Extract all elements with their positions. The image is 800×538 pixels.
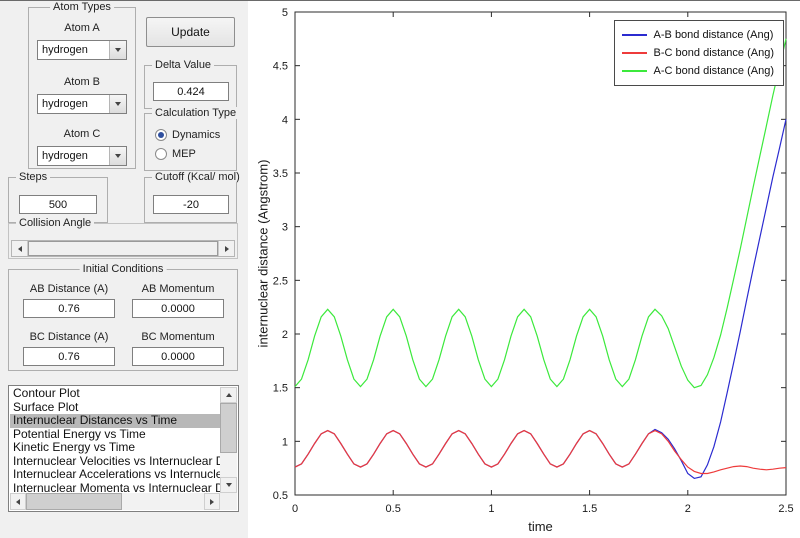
list-item-surface-plot[interactable]: Surface Plot bbox=[10, 401, 220, 415]
listbox-vertical-scrollbar[interactable] bbox=[220, 387, 237, 493]
radio-dynamics-label: Dynamics bbox=[172, 129, 221, 141]
svg-text:2: 2 bbox=[282, 329, 288, 341]
update-button[interactable]: Update bbox=[146, 17, 235, 47]
legend-entry-bc: B-C bond distance (Ang) bbox=[621, 44, 774, 62]
svg-text:0.5: 0.5 bbox=[273, 490, 288, 502]
slider-thumb[interactable] bbox=[28, 241, 218, 256]
collision-angle-title: Collision Angle bbox=[16, 217, 95, 229]
legend-entry-ac: A-C bond distance (Ang) bbox=[621, 62, 774, 80]
legend-ac-label: A-C bond distance (Ang) bbox=[653, 65, 774, 77]
ab-distance-input[interactable] bbox=[23, 299, 115, 318]
horizontal-scroll-thumb[interactable] bbox=[26, 493, 122, 510]
delta-value-input[interactable] bbox=[153, 82, 229, 101]
scrollbar-corner bbox=[220, 493, 237, 510]
bc-distance-label: BC Distance (A) bbox=[29, 331, 109, 343]
scroll-right-arrow-icon[interactable] bbox=[204, 493, 220, 510]
atom-types-title: Atom Types bbox=[50, 1, 114, 13]
cutoff-title: Cutoff (Kcal/ mol) bbox=[152, 171, 243, 183]
ab-distance-label: AB Distance (A) bbox=[29, 283, 109, 295]
svg-text:3.5: 3.5 bbox=[273, 168, 288, 180]
svg-text:3: 3 bbox=[282, 222, 288, 234]
svg-text:1.5: 1.5 bbox=[582, 503, 597, 515]
initial-conditions-title: Initial Conditions bbox=[79, 263, 167, 275]
bc-momentum-input[interactable] bbox=[132, 347, 224, 366]
atom-c-value: hydrogen bbox=[42, 150, 88, 162]
svg-text:0.5: 0.5 bbox=[386, 503, 401, 515]
svg-text:1: 1 bbox=[488, 503, 494, 515]
slider-left-arrow-icon[interactable] bbox=[12, 241, 28, 256]
radio-mep-label: MEP bbox=[172, 148, 196, 160]
scroll-left-arrow-icon[interactable] bbox=[10, 493, 26, 510]
initial-conditions-group: Initial Conditions AB Distance (A) AB Mo… bbox=[8, 263, 238, 371]
delta-value-group: Delta Value bbox=[144, 59, 237, 109]
radio-mep[interactable]: MEP bbox=[155, 147, 196, 161]
bc-line-swatch-icon bbox=[621, 52, 647, 54]
radio-dynamics[interactable]: Dynamics bbox=[155, 128, 220, 142]
legend-bc-label: B-C bond distance (Ang) bbox=[653, 47, 774, 59]
svg-text:4.5: 4.5 bbox=[273, 61, 288, 73]
svg-text:2.5: 2.5 bbox=[778, 503, 793, 515]
radio-dynamics-icon[interactable] bbox=[155, 129, 167, 141]
atom-b-select[interactable]: hydrogen bbox=[37, 94, 127, 114]
list-item-internuclear-momenta[interactable]: Internuclear Momenta vs Internuclear Dis… bbox=[10, 482, 220, 494]
list-item-internuclear-distances-vs-time[interactable]: Internuclear Distances vs Time bbox=[10, 414, 220, 428]
svg-text:4: 4 bbox=[282, 114, 288, 126]
atom-a-value: hydrogen bbox=[42, 44, 88, 56]
collision-angle-group: Collision Angle bbox=[8, 217, 238, 259]
listbox-horizontal-scrollbar[interactable] bbox=[10, 493, 220, 510]
svg-text:0: 0 bbox=[292, 503, 298, 515]
ab-line-swatch-icon bbox=[621, 34, 647, 36]
vertical-scroll-thumb[interactable] bbox=[220, 403, 237, 453]
svg-text:2.5: 2.5 bbox=[273, 275, 288, 287]
legend-entry-ab: A-B bond distance (Ang) bbox=[621, 26, 774, 44]
delta-value-title: Delta Value bbox=[152, 59, 215, 71]
list-item-contour-plot[interactable]: Contour Plot bbox=[10, 387, 220, 401]
atom-b-value: hydrogen bbox=[42, 98, 88, 110]
svg-text:1.5: 1.5 bbox=[273, 383, 288, 395]
atom-c-label: Atom C bbox=[63, 128, 101, 140]
bc-momentum-label: BC Momentum bbox=[141, 331, 215, 343]
atom-a-dropdown-arrow-icon[interactable] bbox=[109, 41, 126, 59]
svg-text:2: 2 bbox=[685, 503, 691, 515]
atom-b-label: Atom B bbox=[63, 76, 101, 88]
atom-a-select[interactable]: hydrogen bbox=[37, 40, 127, 60]
ab-momentum-input[interactable] bbox=[132, 299, 224, 318]
cutoff-input[interactable] bbox=[153, 195, 229, 214]
svg-text:5: 5 bbox=[282, 7, 288, 19]
cutoff-group: Cutoff (Kcal/ mol) bbox=[144, 171, 243, 223]
scroll-up-arrow-icon[interactable] bbox=[220, 387, 237, 403]
plot-legend: A-B bond distance (Ang) B-C bond distanc… bbox=[613, 20, 784, 86]
atom-types-group: Atom Types Atom A hydrogen Atom B hydrog… bbox=[28, 1, 136, 169]
controls-panel: Atom Types Atom A hydrogen Atom B hydrog… bbox=[0, 1, 248, 538]
y-axis-label: internuclear distance (Angstrom) bbox=[255, 159, 271, 348]
legend-ab-label: A-B bond distance (Ang) bbox=[653, 29, 774, 41]
list-item-internuclear-velocities[interactable]: Internuclear Velocities vs Internuclear … bbox=[10, 455, 220, 469]
list-item-potential-energy-vs-time[interactable]: Potential Energy vs Time bbox=[10, 428, 220, 442]
ab-momentum-label: AB Momentum bbox=[141, 283, 215, 295]
steps-input[interactable] bbox=[19, 195, 97, 214]
ac-line-swatch-icon bbox=[621, 70, 647, 72]
x-axis-label: time bbox=[528, 519, 553, 534]
atom-c-select[interactable]: hydrogen bbox=[37, 146, 127, 166]
atom-b-dropdown-arrow-icon[interactable] bbox=[109, 95, 126, 113]
slider-right-arrow-icon[interactable] bbox=[218, 241, 234, 256]
figure-panel: 0 0.5 1 1.5 2 2.5 0.5 1 1.5 2 2.5 3 3.5 4 4.5 5 time in… bbox=[248, 1, 800, 538]
list-item-internuclear-accelerations[interactable]: Internuclear Accelerations vs Internucle… bbox=[10, 468, 220, 482]
bc-distance-input[interactable] bbox=[23, 347, 115, 366]
list-item-kinetic-energy-vs-time[interactable]: Kinetic Energy vs Time bbox=[10, 441, 220, 455]
plot-type-list: Contour Plot Surface Plot Internuclear D… bbox=[10, 387, 220, 493]
calculation-type-group: Calculation Type Dynamics MEP bbox=[144, 107, 240, 171]
plot-type-listbox[interactable]: Contour Plot Surface Plot Internuclear D… bbox=[8, 385, 239, 512]
svg-text:1: 1 bbox=[282, 436, 288, 448]
scroll-down-arrow-icon[interactable] bbox=[220, 477, 237, 493]
atom-a-label: Atom A bbox=[64, 22, 100, 34]
atom-c-dropdown-arrow-icon[interactable] bbox=[109, 147, 126, 165]
calculation-type-title: Calculation Type bbox=[152, 107, 240, 119]
collision-angle-slider[interactable] bbox=[11, 240, 235, 257]
steps-title: Steps bbox=[16, 171, 51, 183]
app-window: Atom Types Atom A hydrogen Atom B hydrog… bbox=[0, 0, 800, 538]
radio-mep-icon[interactable] bbox=[155, 148, 167, 160]
